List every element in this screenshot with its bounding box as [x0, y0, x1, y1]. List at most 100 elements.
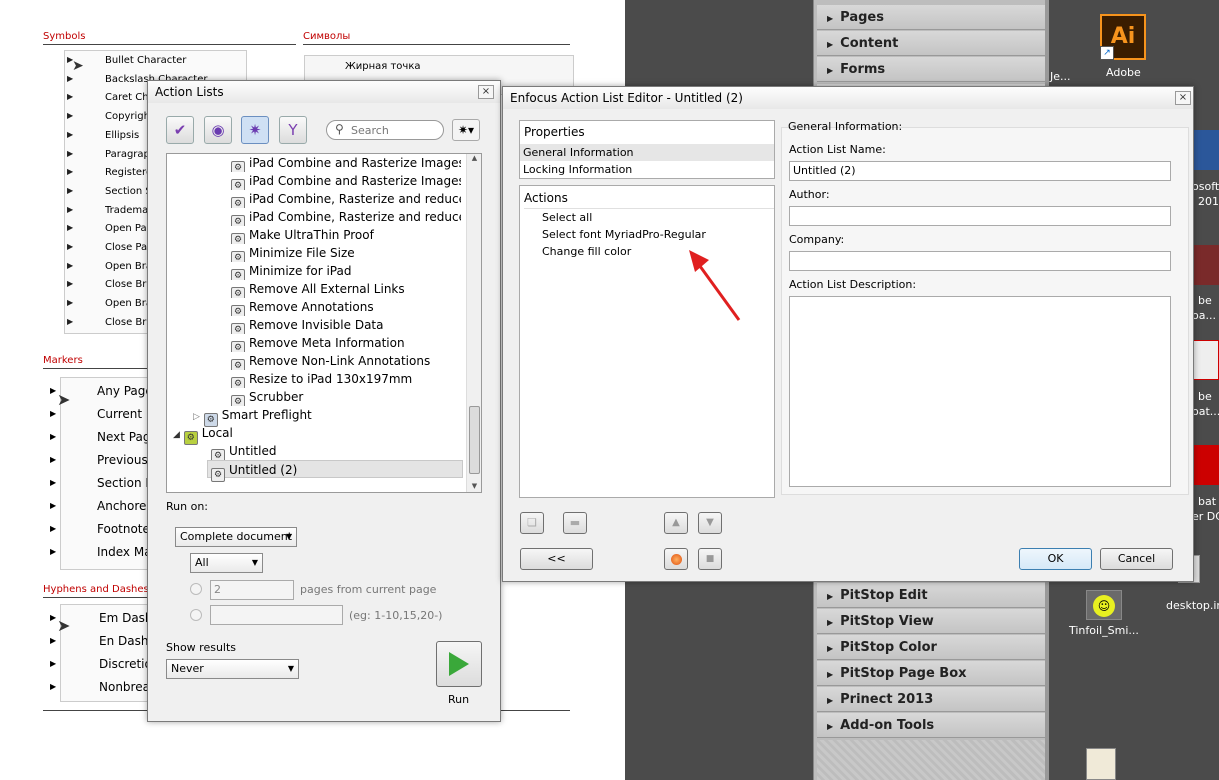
show-results-select[interactable]: Never ▼ [166, 659, 299, 679]
globe-icon[interactable]: ◉ [204, 116, 232, 144]
marker-menu-item[interactable]: Footnote [97, 522, 151, 536]
marker-menu-item[interactable]: Next Page [97, 430, 151, 444]
tree-item[interactable]: ⚙ Remove All External Links [231, 280, 461, 298]
cancel-button[interactable]: Cancel [1100, 548, 1173, 570]
cursor-icon: ➤ [57, 616, 71, 635]
record-icon[interactable] [664, 548, 688, 570]
marker-menu-item[interactable]: Index Marker [97, 545, 151, 559]
tree-item[interactable]: ⚙ iPad Combine, Rasterize and reduce c... [231, 190, 461, 208]
hyphen-menu-item[interactable]: Nonbreaking Hyphen [99, 680, 151, 694]
run-label: Run [448, 693, 470, 706]
tools-panel-item[interactable]: ▶ PitStop View [817, 609, 1045, 634]
hyphen-menu-item[interactable]: En Dash [99, 634, 151, 648]
tree-item[interactable]: ⚙ Remove Invisible Data [231, 316, 461, 334]
tree-item[interactable]: ⚙ Resize to iPad 130x197mm [231, 370, 461, 388]
chevron-down-icon: ▼ [285, 532, 292, 541]
remove-action-icon[interactable]: ▬ [563, 512, 587, 534]
property-locking-information[interactable]: Locking Information [520, 161, 774, 178]
tree-item-smart-preflight[interactable]: ▷ ⚙ Smart Preflight [193, 406, 312, 427]
tools-panel-item[interactable]: ▶ Add-on Tools [817, 713, 1045, 738]
tools-panel-item[interactable]: ▶ PitStop Edit [817, 583, 1045, 608]
company-field[interactable] [789, 251, 1171, 271]
hyphen-menu-item[interactable]: Em Dash [99, 611, 151, 625]
move-down-icon[interactable]: ▼ [698, 512, 722, 534]
action-list-icon: ⚙ [231, 305, 245, 316]
word-icon[interactable] [1190, 130, 1219, 170]
tree-item[interactable]: ⚙ Make UltraThin Proof [231, 226, 461, 244]
acrobat-dc-icon[interactable] [1192, 445, 1219, 485]
run-button[interactable] [436, 641, 482, 687]
symbol-menu-item[interactable]: Bullet Character [105, 55, 245, 66]
ok-button[interactable]: OK [1019, 548, 1092, 570]
tools-panel-item[interactable]: ▶ Prinect 2013 [817, 687, 1045, 712]
tree-item[interactable]: ⚙ Minimize File Size [231, 244, 461, 262]
tools-panel-item[interactable]: ▶ PitStop Page Box [817, 661, 1045, 686]
tools-panel-item[interactable]: ▶ Pages [817, 5, 1045, 30]
pages-select[interactable]: All ▼ [190, 553, 263, 573]
range-input[interactable] [210, 605, 343, 625]
scroll-thumb[interactable] [469, 406, 480, 474]
options-gear-icon[interactable]: ✷▾ [452, 119, 480, 141]
submenu-arrow-icon: ▶ [50, 524, 57, 533]
tools-panel-item[interactable]: ▶ Forms [817, 57, 1045, 82]
acrobat-icon[interactable] [1192, 340, 1219, 380]
run-on-label: Run on: [166, 500, 208, 513]
tree-item[interactable]: ⚙ Remove Annotations [231, 298, 461, 316]
smiley-icon[interactable]: ☺ [1086, 590, 1122, 620]
name-field[interactable]: Untitled (2) [789, 161, 1171, 181]
scroll-down-icon[interactable]: ▼ [467, 482, 481, 490]
tree-item[interactable]: ⚙ Remove Non-Link Annotations [231, 352, 461, 370]
stop-icon[interactable]: ■ [698, 548, 722, 570]
marker-menu-item[interactable]: Current Page [97, 407, 151, 421]
acrobat-icon[interactable] [1192, 245, 1219, 285]
expand-arrow-icon: ▶ [827, 670, 834, 679]
action-select-all[interactable]: Select all [542, 211, 592, 224]
tree-item[interactable]: ⚙ iPad Combine, Rasterize and reduce c... [231, 208, 461, 226]
close-icon[interactable]: × [478, 85, 494, 99]
submenu-arrow-icon: ▶ [67, 185, 74, 195]
pages-count-stepper[interactable]: 2 [210, 580, 294, 600]
property-general-information[interactable]: General Information [520, 144, 774, 161]
scroll-up-icon[interactable]: ▲ [467, 154, 481, 162]
duplicate-action-icon[interactable]: ❏ [520, 512, 544, 534]
tree-item-local[interactable]: ◢ ⚙ Local [173, 424, 233, 445]
tree-item[interactable]: ⚙ iPad Combine and Rasterize Images t... [231, 154, 461, 172]
tools-panel-item[interactable]: ▶ PitStop Color [817, 635, 1045, 660]
author-field[interactable] [789, 206, 1171, 226]
hyphen-menu-item[interactable]: Discretionary Hyphen [99, 657, 151, 671]
marker-menu-item[interactable]: Previous Page [97, 453, 151, 467]
tree-item[interactable]: ⚙ Scrubber [231, 388, 461, 406]
action-list-tree[interactable]: ⚙iPad Combine and Rasterize Images t...⚙… [166, 153, 482, 493]
tree-item[interactable]: ⚙ Minimize for iPad [231, 262, 461, 280]
filter-icon[interactable]: Y [279, 116, 307, 144]
action-list-icon: ⚙ [231, 287, 245, 298]
symbols-ru-item: Жирная точка [345, 61, 421, 72]
tree-item-untitled[interactable]: ⚙ Untitled [211, 442, 276, 463]
marker-menu-item[interactable]: Section Marker [97, 476, 151, 490]
properties-header: Properties [524, 125, 585, 139]
tree-item[interactable]: ⚙ iPad Combine and Rasterize Images t... [231, 172, 461, 190]
run-on-select[interactable]: Complete document ▼ [175, 527, 297, 547]
book-icon[interactable] [1086, 748, 1116, 780]
tools-panel-item[interactable]: ▶ Content [817, 31, 1045, 56]
close-icon[interactable]: × [1175, 91, 1191, 105]
action-change-fill-color[interactable]: Change fill color [542, 245, 631, 258]
back-button[interactable]: << [520, 548, 593, 570]
submenu-arrow-icon: ▶ [50, 547, 57, 556]
submenu-arrow-icon: ▶ [67, 92, 74, 102]
action-select-font[interactable]: Select font MyriadPro-Regular [542, 228, 706, 241]
range-radio[interactable] [190, 609, 202, 621]
description-field[interactable] [789, 296, 1171, 487]
pages-radio[interactable] [190, 583, 202, 595]
action-list-icon: ⚙ [231, 269, 245, 280]
marker-menu-item[interactable]: Anchored Object [97, 499, 151, 513]
gear-icon[interactable]: ✷ [241, 116, 269, 144]
tree-item[interactable]: ⚙ Remove Meta Information [231, 334, 461, 352]
marker-menu-item[interactable]: Any Page [97, 384, 151, 398]
search-input[interactable]: ⚲ Search [326, 120, 444, 140]
tree-item-untitled-2[interactable]: ⚙ Untitled (2) [207, 460, 463, 482]
tree-scrollbar[interactable]: ▲ ▼ [466, 154, 481, 492]
checkmark-icon[interactable]: ✔ [166, 116, 194, 144]
desktop-label-adobe: Adobe [1106, 66, 1141, 79]
move-up-icon[interactable]: ▲ [664, 512, 688, 534]
